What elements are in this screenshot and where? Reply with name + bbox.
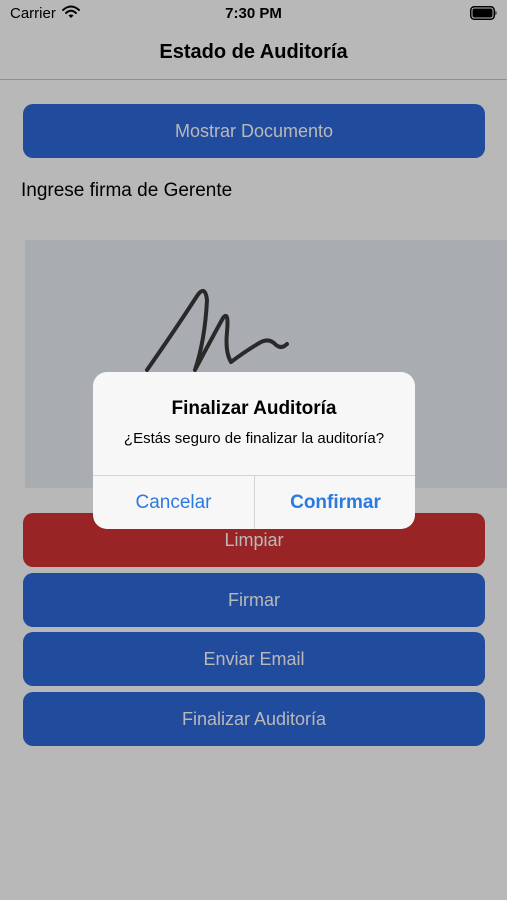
alert-confirm-button[interactable]: Confirmar [255,476,415,529]
confirmation-alert: Finalizar Auditoría ¿Estás seguro de fin… [93,372,415,529]
alert-message: ¿Estás seguro de finalizar la auditoría? [123,430,385,447]
alert-cancel-button[interactable]: Cancelar [93,476,254,529]
alert-title: Finalizar Auditoría [171,398,337,419]
